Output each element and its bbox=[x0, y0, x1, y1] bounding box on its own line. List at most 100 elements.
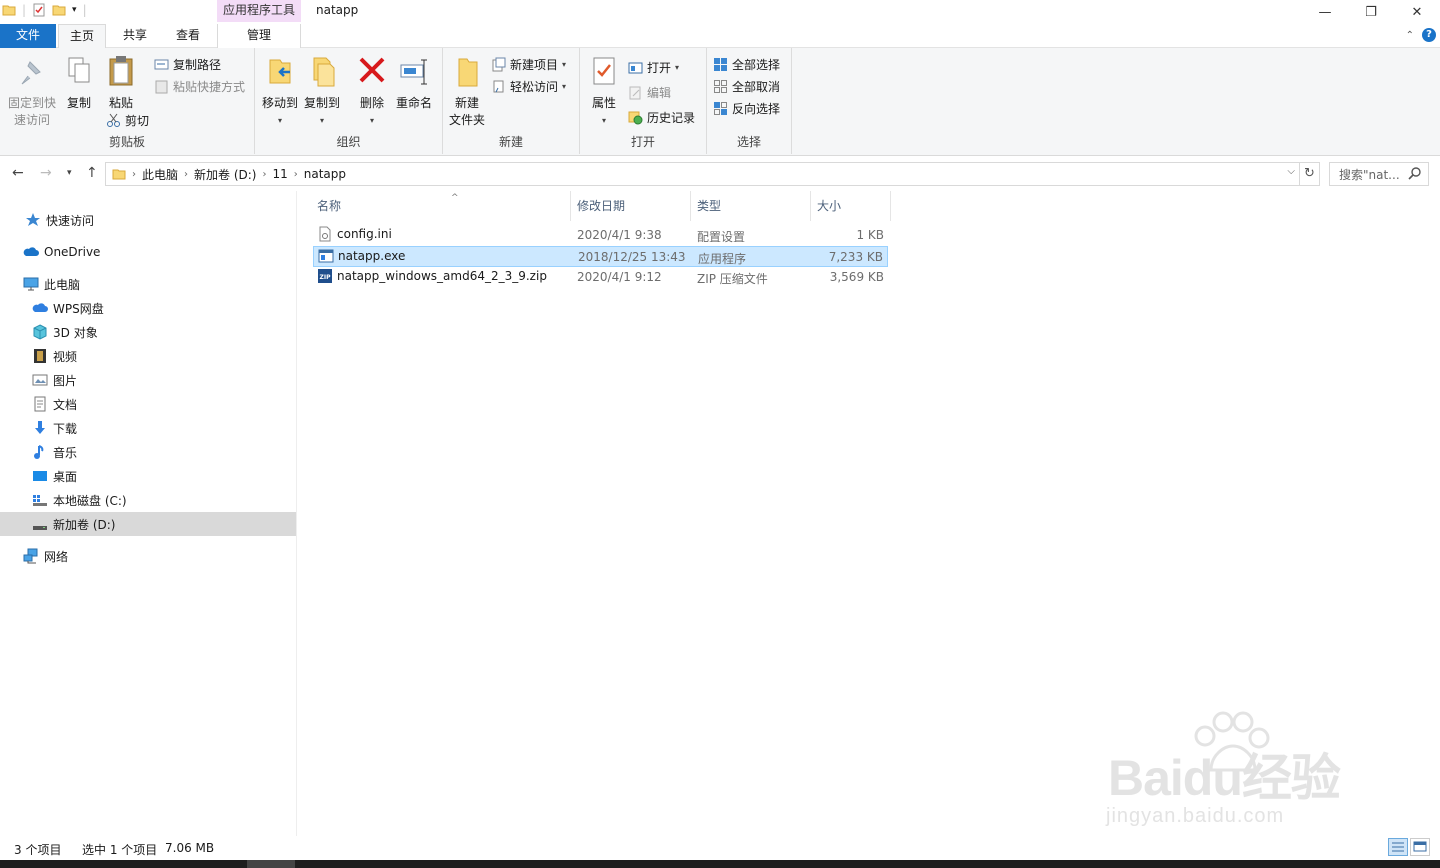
nav-downloads[interactable]: 下载 bbox=[0, 416, 296, 440]
nav-network[interactable]: 网络 bbox=[0, 544, 296, 568]
file-size: 7,233 KB bbox=[828, 250, 883, 264]
film-icon bbox=[34, 349, 46, 363]
nav-videos-label: 视频 bbox=[53, 349, 78, 364]
nav-documents-label: 文档 bbox=[53, 397, 78, 412]
new-folder-button[interactable]: 新建 文件夹 bbox=[447, 54, 487, 129]
nav-3d-objects[interactable]: 3D 对象 bbox=[0, 320, 296, 344]
paste-button[interactable]: 粘贴 bbox=[102, 54, 140, 112]
history-button[interactable]: 历史记录 bbox=[628, 108, 695, 126]
file-name: natapp.exe bbox=[338, 249, 406, 263]
copy-to-button[interactable]: 复制到 ▾ bbox=[303, 54, 341, 129]
properties-icon[interactable] bbox=[32, 3, 46, 17]
nav-local-disk-c[interactable]: 本地磁盘 (C:) bbox=[0, 488, 296, 512]
nav-quick-access[interactable]: 快速访问 bbox=[0, 208, 296, 232]
navigation-bar: ← → ▾ ↑ › 此电脑 › 新加卷 (D:) › 11 › natapp ⌵… bbox=[0, 157, 1440, 191]
column-header-modified[interactable]: 修改日期 bbox=[571, 191, 691, 221]
tab-file[interactable]: 文件 bbox=[0, 24, 56, 48]
collapse-ribbon-icon[interactable]: ⌃ bbox=[1406, 30, 1414, 41]
baidu-jingyan-watermark: Baidu经验 jingyan.baidu.com bbox=[1100, 710, 1390, 840]
copy-path-button[interactable]: 复制路径 bbox=[154, 55, 221, 73]
nav-music[interactable]: 音乐 bbox=[0, 440, 296, 464]
nav-wps[interactable]: WPS网盘 bbox=[0, 296, 296, 320]
file-type: ZIP 压缩文件 bbox=[697, 272, 768, 286]
file-row[interactable]: config.ini 2020/4/1 9:38 配置设置 1 KB bbox=[313, 225, 888, 246]
column-header-type[interactable]: 类型 bbox=[691, 191, 811, 221]
address-dropdown-icon[interactable]: ⌵ bbox=[1287, 166, 1295, 177]
column-header-size[interactable]: 大小 bbox=[811, 191, 891, 221]
tab-home[interactable]: 主页 bbox=[58, 24, 106, 49]
open-button[interactable]: 打开 ▾ bbox=[628, 58, 679, 76]
file-modified: 2020/4/1 9:38 bbox=[577, 228, 662, 242]
edit-button[interactable]: 编辑 bbox=[628, 83, 671, 101]
column-header-name[interactable]: 名称 ^ bbox=[311, 191, 571, 221]
navigation-pane: 快速访问 OneDrive 此电脑 WPS网盘 3D 对象 视频 图片 文档 下… bbox=[0, 191, 297, 836]
cut-button[interactable]: 剪切 bbox=[106, 111, 149, 129]
maximize-button[interactable]: ❐ bbox=[1348, 0, 1394, 24]
copy-button[interactable]: 复制 bbox=[62, 54, 96, 112]
file-modified: 2018/12/25 13:43 bbox=[578, 250, 686, 264]
customize-toolbar-icon[interactable]: ▾ bbox=[72, 5, 77, 15]
properties-button[interactable]: 属性 ▾ bbox=[586, 54, 622, 129]
search-input[interactable]: 搜索"nat... bbox=[1329, 162, 1429, 186]
select-none-button[interactable]: 全部取消 bbox=[713, 77, 780, 95]
new-group: 新建 文件夹 新建项目 ▾ 轻松访问 ▾ 新建 bbox=[443, 48, 580, 154]
cube-icon bbox=[33, 324, 47, 340]
invert-selection-icon bbox=[714, 101, 727, 115]
nav-onedrive[interactable]: OneDrive bbox=[0, 240, 296, 264]
windows-drive-icon bbox=[33, 495, 47, 506]
breadcrumb-drive-d[interactable]: 新加卷 (D:) bbox=[194, 166, 256, 183]
copy-to-dropdown-icon: ▾ bbox=[319, 116, 324, 125]
forward-arrow-icon[interactable]: → bbox=[40, 165, 52, 181]
file-size: 1 KB bbox=[856, 228, 884, 242]
minimize-button[interactable]: — bbox=[1302, 0, 1348, 24]
select-all-button[interactable]: 全部选择 bbox=[713, 55, 780, 73]
breadcrumb-natapp[interactable]: natapp bbox=[304, 167, 346, 181]
easy-access-button[interactable]: 轻松访问 ▾ bbox=[491, 77, 566, 95]
breadcrumb-11[interactable]: 11 bbox=[272, 167, 287, 181]
cloud-icon bbox=[23, 247, 39, 256]
pin-quick-access-button[interactable]: 固定到快 速访问 bbox=[4, 54, 60, 129]
copy-label: 复制 bbox=[66, 96, 91, 110]
help-icon[interactable]: ? bbox=[1422, 28, 1436, 42]
nav-pictures[interactable]: 图片 bbox=[0, 368, 296, 392]
ini-file-icon bbox=[319, 226, 331, 242]
breadcrumb-this-pc[interactable]: 此电脑 bbox=[142, 166, 178, 183]
move-to-dropdown-icon: ▾ bbox=[277, 116, 282, 125]
search-icon bbox=[1408, 167, 1421, 180]
paste-shortcut-label: 粘贴快捷方式 bbox=[173, 79, 246, 94]
nav-this-pc[interactable]: 此电脑 bbox=[0, 272, 296, 296]
delete-button[interactable]: 删除 ▾ bbox=[355, 54, 389, 129]
details-view-icon[interactable] bbox=[1388, 838, 1408, 856]
close-button[interactable]: ✕ bbox=[1394, 0, 1440, 24]
nav-drive-d[interactable]: 新加卷 (D:) bbox=[0, 512, 296, 536]
move-to-button[interactable]: 移动到 ▾ bbox=[261, 54, 299, 129]
tab-share[interactable]: 共享 bbox=[112, 24, 158, 48]
taskbar-active-app[interactable] bbox=[247, 860, 295, 868]
file-row-selected[interactable]: natapp.exe 2018/12/25 13:43 应用程序 7,233 K… bbox=[313, 246, 888, 267]
file-row[interactable]: ZIP natapp_windows_amd64_2_3_9.zip 2020/… bbox=[313, 267, 888, 288]
recent-locations-icon[interactable]: ▾ bbox=[67, 168, 72, 178]
select-none-label: 全部取消 bbox=[732, 79, 781, 94]
back-arrow-icon[interactable]: ← bbox=[12, 165, 24, 181]
clipboard-group: 固定到快 速访问 复制 粘贴 复制路径 粘贴快捷方式 剪切 剪贴板 bbox=[0, 48, 255, 154]
new-folder-icon[interactable] bbox=[52, 3, 66, 17]
invert-selection-button[interactable]: 反向选择 bbox=[713, 99, 780, 117]
tab-manage[interactable]: 管理 bbox=[217, 24, 301, 48]
refresh-icon[interactable]: ↻ bbox=[1300, 162, 1320, 186]
toolbar-divider: | bbox=[82, 3, 87, 17]
up-arrow-icon[interactable]: ↑ bbox=[86, 165, 98, 181]
paste-shortcut-button[interactable]: 粘贴快捷方式 bbox=[154, 77, 245, 95]
large-icons-view-icon[interactable] bbox=[1410, 838, 1430, 856]
nav-desktop[interactable]: 桌面 bbox=[0, 464, 296, 488]
properties-label: 属性 bbox=[591, 96, 616, 110]
ribbon: 固定到快 速访问 复制 粘贴 复制路径 粘贴快捷方式 剪切 剪贴板 移动到 ▾ … bbox=[0, 48, 1440, 156]
nav-videos[interactable]: 视频 bbox=[0, 344, 296, 368]
select-all-label: 全部选择 bbox=[732, 57, 781, 72]
new-item-button[interactable]: 新建项目 ▾ bbox=[491, 55, 566, 73]
nav-3d-objects-label: 3D 对象 bbox=[53, 325, 98, 340]
nav-documents[interactable]: 文档 bbox=[0, 392, 296, 416]
rename-button[interactable]: 重命名 bbox=[393, 54, 435, 112]
tab-view[interactable]: 查看 bbox=[164, 24, 212, 48]
status-item-count: 3 个项目 bbox=[14, 843, 62, 857]
address-bar[interactable]: › 此电脑 › 新加卷 (D:) › 11 › natapp ⌵ bbox=[105, 162, 1300, 186]
